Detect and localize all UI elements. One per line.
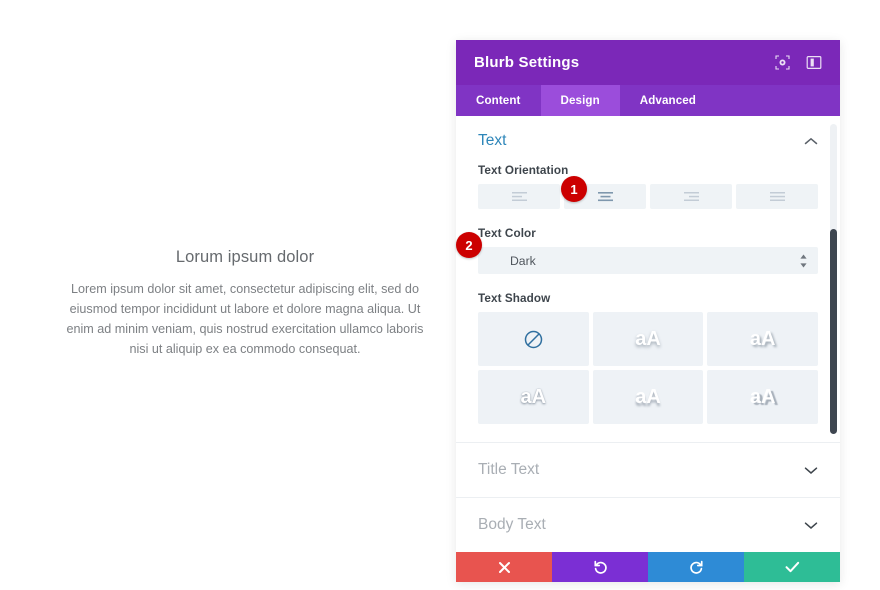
shadow-preview-glyph: aA: [635, 386, 661, 408]
tab-design[interactable]: Design: [540, 85, 620, 116]
modal-title: Blurb Settings: [474, 54, 580, 71]
modal-body: Text Text Orientation Text Color Dark Te…: [456, 116, 840, 552]
modal-footer: [456, 552, 840, 582]
blurb-settings-modal: Blurb Settings Content Design Advanced T…: [456, 40, 840, 582]
shadow-hard-right-button[interactable]: aA: [707, 370, 818, 424]
section-body-text: Text Orientation Text Color Dark Text Sh…: [456, 164, 840, 442]
tab-advanced[interactable]: Advanced: [620, 85, 716, 116]
panel-layout-icon[interactable]: [805, 54, 822, 71]
text-color-select-wrap: Dark: [478, 247, 818, 274]
shadow-none-button[interactable]: [478, 312, 589, 366]
preview-title: Lorum ipsum dolor: [175, 248, 315, 266]
text-orientation-group: [478, 184, 818, 209]
text-shadow-label: Text Shadow: [478, 292, 551, 305]
shadow-offset-right-button[interactable]: aA: [707, 312, 818, 366]
callout-badge-2: 2: [456, 232, 482, 258]
modal-header-actions: [774, 54, 822, 71]
undo-arrow-icon: [593, 560, 608, 575]
text-orientation-label: Text Orientation: [478, 164, 569, 177]
close-x-icon: [498, 561, 511, 574]
section-title-title-text: Title Text: [478, 461, 540, 478]
chevron-down-icon[interactable]: [804, 466, 818, 475]
text-color-select[interactable]: Dark: [478, 247, 818, 274]
align-left-button[interactable]: [478, 184, 560, 209]
checkmark-icon: [785, 561, 800, 573]
screenshot-root: Lorum ipsum dolor Lorem ipsum dolor sit …: [0, 0, 880, 590]
shadow-preview-glyph: aA: [520, 386, 547, 408]
no-shadow-icon: [523, 329, 544, 350]
align-right-button[interactable]: [650, 184, 732, 209]
tab-content[interactable]: Content: [456, 85, 541, 116]
callout-badge-1: 1: [561, 176, 587, 202]
shadow-preview-glyph: aA: [749, 386, 776, 408]
section-title-text: Text: [478, 132, 507, 149]
section-header-title-text[interactable]: Title Text: [456, 443, 840, 497]
modal-header: Blurb Settings: [456, 40, 840, 85]
redo-arrow-icon: [689, 560, 704, 575]
chevron-down-icon[interactable]: [804, 521, 818, 530]
text-shadow-grid: aA aA aA aA aA: [478, 312, 818, 424]
shadow-preview-glyph: aA: [749, 328, 776, 350]
shadow-tight-button[interactable]: aA: [478, 370, 589, 424]
shadow-drop-down-button[interactable]: aA: [592, 370, 704, 424]
text-color-label: Text Color: [478, 227, 536, 240]
section-header-body-text[interactable]: Body Text: [456, 498, 840, 552]
section-header-text[interactable]: Text: [456, 116, 840, 164]
shadow-preview-glyph: aA: [635, 328, 661, 350]
blurb-preview: Lorum ipsum dolor Lorem ipsum dolor sit …: [60, 248, 430, 359]
save-button[interactable]: [744, 552, 840, 582]
section-title-body-text: Body Text: [478, 516, 546, 533]
modal-tabs: Content Design Advanced: [456, 85, 840, 116]
align-justify-button[interactable]: [736, 184, 818, 209]
focus-target-icon[interactable]: [774, 54, 791, 71]
undo-button[interactable]: [552, 552, 648, 582]
select-stepper-icon: [799, 254, 808, 268]
preview-body: Lorem ipsum dolor sit amet, consectetur …: [66, 282, 424, 356]
cancel-button[interactable]: [456, 552, 552, 582]
shadow-soft-down-button[interactable]: aA: [592, 312, 704, 366]
chevron-up-icon[interactable]: [804, 137, 818, 146]
redo-button[interactable]: [648, 552, 744, 582]
text-color-value: Dark: [510, 253, 536, 268]
scrollbar-thumb[interactable]: [830, 229, 837, 434]
